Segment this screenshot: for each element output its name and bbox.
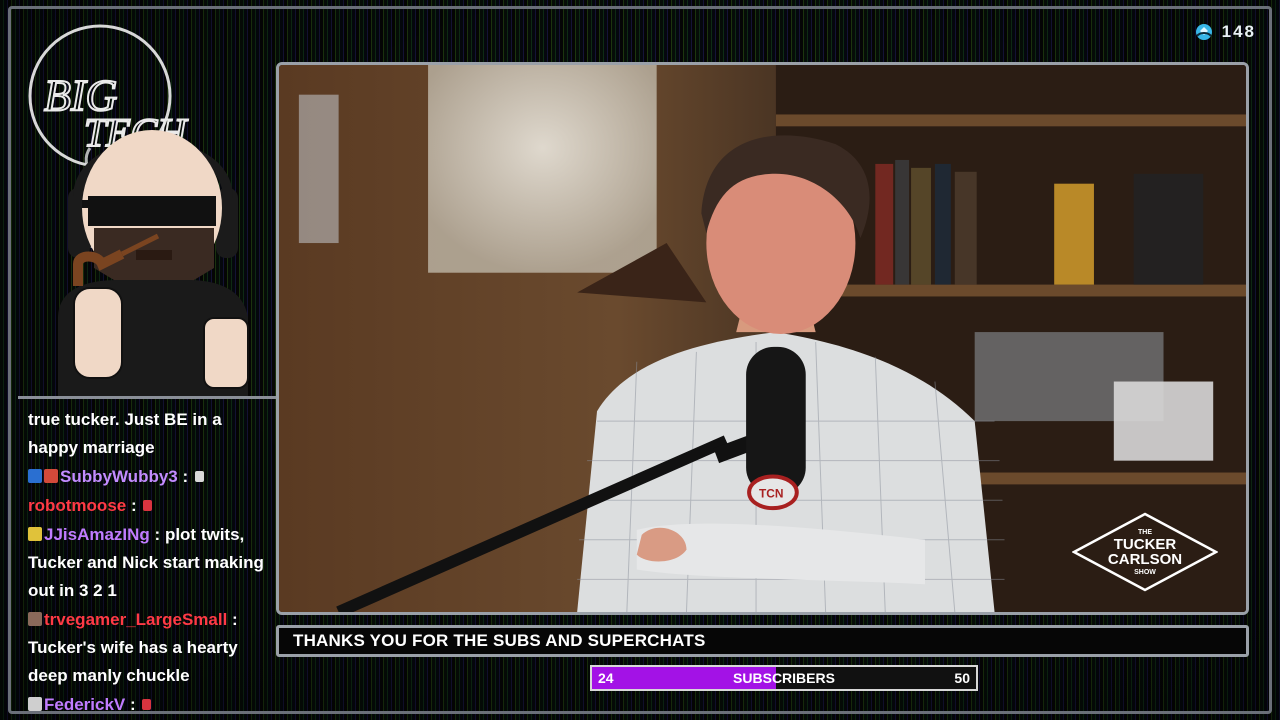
ticker-banner: THANKS YOU FOR THE SUBS AND SUPERCHATS: [276, 625, 1249, 657]
ticker-text: THANKS YOU FOR THE SUBS AND SUPERCHATS: [293, 631, 706, 650]
chat-badge-icon: [28, 469, 42, 483]
chat-message: robotmoose :: [28, 492, 268, 520]
chat-badge-icon: [28, 697, 42, 711]
chat-separator: :: [227, 610, 238, 629]
show-logo: THE TUCKER CARLSON SHOW: [1072, 512, 1218, 592]
chat-separator: :: [125, 695, 141, 714]
chat-username[interactable]: SubbyWubby3: [60, 467, 178, 486]
chat-badge-icon: [44, 469, 58, 483]
viewer-count-value: 148: [1221, 22, 1256, 41]
chat-username[interactable]: trvegamer_LargeSmall: [44, 610, 227, 629]
chat-badge-icon: [28, 527, 42, 541]
chat-emote-icon: [142, 699, 152, 710]
show-logo-line3: CARLSON: [1108, 551, 1182, 568]
show-logo-line1: THE: [1138, 529, 1152, 536]
viewer-count: 148: [1194, 22, 1256, 42]
chat-emote-icon: [194, 471, 204, 482]
chat-text: Tucker's wife has a hearty deep manly ch…: [28, 638, 238, 685]
viewer-icon: [1195, 24, 1212, 40]
chat-message: JJisAmazINg : plot twits, Tucker and Nic…: [28, 521, 268, 605]
chat-text: true tucker. Just BE in a happy marriage: [28, 410, 222, 457]
chat-badge-icon: [28, 612, 42, 626]
chat-username[interactable]: robotmoose: [28, 496, 126, 515]
chat-message: SubbyWubby3 :: [28, 463, 268, 491]
video-player[interactable]: TCN THE TUCKER CARLSON SHOW: [276, 62, 1249, 615]
avatar-divider: [18, 396, 276, 399]
chat-emote-icon: [143, 500, 153, 511]
chat-separator: :: [149, 525, 165, 544]
chat-username[interactable]: FederickV: [44, 695, 125, 714]
chat-message: true tucker. Just BE in a happy marriage: [28, 406, 268, 462]
mic-logo-text: TCN: [759, 486, 783, 500]
chat-separator: :: [126, 496, 142, 515]
chat-username[interactable]: JJisAmazINg: [44, 525, 150, 544]
streamer-avatar: BIG TECH: [18, 18, 274, 396]
chat-message: trvegamer_LargeSmall : Tucker's wife has…: [28, 606, 268, 690]
chat-separator: :: [177, 467, 193, 486]
subscriber-goal-bar: 24 SUBSCRIBERS 50: [590, 665, 978, 691]
chat-feed: true tucker. Just BE in a happy marriage…: [28, 406, 268, 716]
show-logo-line4: SHOW: [1134, 569, 1156, 576]
chat-message: FederickV :: [28, 691, 268, 716]
subscriber-label: SUBSCRIBERS: [733, 670, 835, 686]
